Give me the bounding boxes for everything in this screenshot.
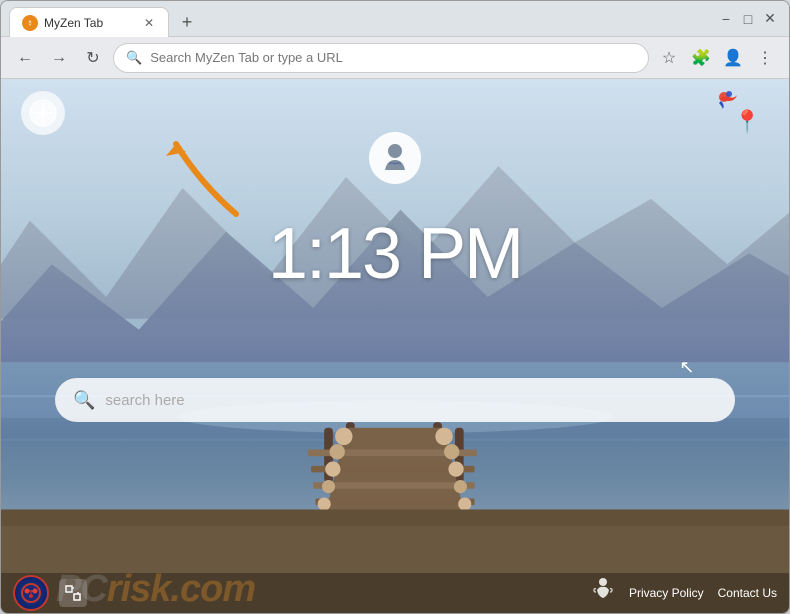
- time-display: 1:13 PM: [268, 218, 522, 290]
- new-tab-button[interactable]: +: [173, 8, 201, 36]
- contact-us-link[interactable]: Contact Us: [718, 586, 777, 600]
- user-avatar[interactable]: [369, 132, 421, 184]
- privacy-policy-link[interactable]: Privacy Policy: [629, 586, 704, 600]
- url-search-icon: 🔍: [126, 50, 142, 66]
- content-area: 📍: [1, 79, 789, 613]
- scanner-icon[interactable]: [13, 575, 49, 611]
- url-placeholder-text: Search MyZen Tab or type a URL: [150, 50, 636, 65]
- pcr-text: PC: [56, 568, 107, 610]
- url-bar[interactable]: 🔍 Search MyZen Tab or type a URL: [113, 43, 649, 73]
- page-search-placeholder: search here: [105, 392, 184, 409]
- page-search-icon: 🔍: [73, 390, 95, 411]
- compass-button[interactable]: [21, 91, 65, 135]
- toolbar-icons: ☆ 🧩 👤 ⋮: [655, 44, 779, 72]
- back-button[interactable]: ←: [11, 44, 39, 72]
- browser-window: MyZen Tab ✕ + − □ ✕ ← → ↻ 🔍 Search MyZen…: [0, 0, 790, 614]
- menu-icon[interactable]: ⋮: [751, 44, 779, 72]
- risk-text: risk.com: [107, 568, 255, 610]
- profile-icon[interactable]: 👤: [719, 44, 747, 72]
- title-bar: MyZen Tab ✕ + − □ ✕: [1, 1, 789, 37]
- map-pin-icon[interactable]: 📍: [734, 109, 761, 135]
- bottom-bar: PCrisk.com Privacy Policy Contact Us: [1, 573, 789, 613]
- time-text: 1:13 PM: [268, 218, 522, 290]
- forward-button[interactable]: →: [45, 44, 73, 72]
- address-bar: ← → ↻ 🔍 Search MyZen Tab or type a URL ☆…: [1, 37, 789, 79]
- bottom-right-links: Privacy Policy Contact Us: [591, 576, 777, 610]
- tab-close-button[interactable]: ✕: [142, 16, 156, 30]
- zen-person-icon[interactable]: [591, 576, 615, 610]
- extensions-icon[interactable]: 🧩: [687, 44, 715, 72]
- tab-title-text: MyZen Tab: [44, 16, 136, 30]
- pcrisk-logo: PCrisk.com: [56, 568, 255, 611]
- tab-area: MyZen Tab ✕ +: [9, 1, 719, 36]
- tab-favicon: [22, 15, 38, 31]
- bookmark-icon[interactable]: ☆: [655, 44, 683, 72]
- minimize-button[interactable]: −: [719, 12, 733, 26]
- close-button[interactable]: ✕: [763, 12, 777, 26]
- maximize-button[interactable]: □: [741, 12, 755, 26]
- window-controls: − □ ✕: [719, 12, 781, 26]
- page-search-bar[interactable]: 🔍 search here: [55, 378, 735, 422]
- reload-button[interactable]: ↻: [79, 44, 107, 72]
- active-tab[interactable]: MyZen Tab ✕: [9, 7, 169, 37]
